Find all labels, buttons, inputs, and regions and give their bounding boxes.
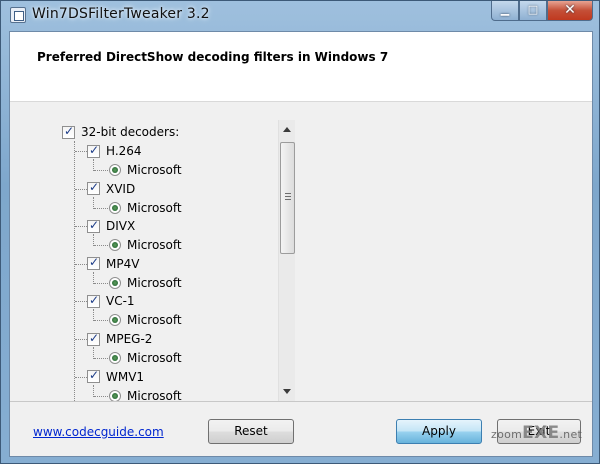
checkbox-icon[interactable] [87,331,100,346]
codec-row[interactable]: VC-1 [87,292,135,310]
app-window: Win7DSFilterTweaker 3.2 ▁ □ ✕ Preferred … [0,0,600,464]
checkbox-icon[interactable] [62,124,75,139]
codec-label: VC-1 [106,294,135,309]
codec-row[interactable]: XVID [87,180,135,198]
watermark: zoomEXE.net [491,423,582,443]
decoder-label: Microsoft [127,388,182,401]
scroll-up-arrow-icon[interactable] [283,127,291,132]
radio-icon[interactable] [109,314,121,327]
decoder-label: Microsoft [127,313,182,328]
tree-branch-line [94,207,108,209]
radio-icon[interactable] [109,352,121,364]
decoder-row[interactable]: Microsoft [109,311,182,329]
close-button[interactable]: ✕ [547,1,593,21]
tree-branch-line [94,170,108,171]
tree-branch-line [94,358,108,359]
radio-icon[interactable] [109,389,121,401]
radio-icon[interactable] [109,239,121,252]
title-bar[interactable]: Win7DSFilterTweaker 3.2 ▁ □ ✕ [1,1,599,29]
tree-scrollbar[interactable] [278,120,295,401]
scroll-down-arrow-icon[interactable] [283,389,291,394]
tree-branch-line [75,339,87,340]
tree-branch-line [75,376,87,378]
tree-branch-line [94,282,108,284]
thumb-grip-line [285,196,291,197]
checkbox-icon[interactable] [87,255,100,271]
tree-root-label: 32-bit decoders: [81,125,180,139]
watermark-suffix: .net [559,428,583,441]
codec-label: XVID [106,181,136,196]
codec-row[interactable]: DIVX [87,217,135,235]
decoder-tree[interactable]: 32-bit decoders: H.264 Microsoft XVID Micro… [10,120,298,401]
tree-branch-line [94,320,108,322]
decoder-label: Microsoft [127,238,182,253]
codec-row[interactable]: H.264 [87,142,142,160]
decoder-row[interactable]: Microsoft [109,274,182,292]
footer-divider [10,401,592,402]
radio-icon[interactable] [109,164,121,176]
tree-branch-line [94,245,108,247]
checkbox-icon[interactable] [87,180,100,196]
codec-row[interactable]: WMV1 [87,368,144,386]
caption-buttons: ▁ □ ✕ [491,1,593,21]
decoder-row[interactable]: Microsoft [109,387,182,401]
watermark-brand: EXE [522,423,560,443]
app-icon[interactable] [10,7,26,23]
decoder-row[interactable]: Microsoft [109,199,182,217]
decoder-row[interactable]: Microsoft [109,161,182,179]
decoder-row[interactable]: Microsoft [109,349,182,367]
page-title: Preferred DirectShow decoding filters in… [37,50,389,64]
scroll-thumb[interactable] [280,142,295,254]
tree-branch-line [75,151,87,152]
codec-label: H.264 [106,144,142,158]
decoder-label: Microsoft [127,200,182,215]
checkbox-icon[interactable] [87,218,100,233]
codec-label: MP4V [106,256,140,271]
codec-row[interactable]: MP4V [87,255,139,273]
radio-icon[interactable] [109,201,121,214]
decoder-label: Microsoft [127,275,182,290]
header-panel: Preferred DirectShow decoding filters in… [10,32,592,102]
reset-button[interactable]: Reset [208,419,294,444]
checkbox-icon[interactable] [87,143,100,158]
tree-branch-line [94,395,108,397]
codec-label: WMV1 [106,369,145,384]
tree-guide-line [74,141,75,401]
tree-root-row[interactable]: 32-bit decoders: [62,123,179,141]
thumb-grip-line [285,193,291,194]
apply-button[interactable]: Apply [396,419,482,444]
codec-label: DIVX [106,219,136,234]
decoder-label: Microsoft [127,351,182,365]
checkbox-icon[interactable] [87,368,100,384]
decoder-label: Microsoft [127,163,182,177]
thumb-grip-line [285,199,291,200]
window-title: Win7DSFilterTweaker 3.2 [32,6,210,22]
codec-label: MPEG-2 [106,332,153,346]
tree-branch-line [75,263,87,265]
website-link[interactable]: www.codecguide.com [33,425,164,439]
minimize-button[interactable]: ▁ [491,1,519,21]
client-area: Preferred DirectShow decoding filters in… [9,31,593,457]
decoder-row[interactable]: Microsoft [109,236,182,254]
codec-row[interactable]: MPEG-2 [87,330,152,348]
tree-branch-line [75,226,87,228]
radio-icon[interactable] [109,276,121,289]
tree-branch-line [75,188,87,190]
watermark-prefix: zoom [491,428,523,441]
checkbox-icon[interactable] [87,293,100,308]
maximize-button[interactable]: □ [519,1,547,21]
tree-branch-line [75,301,87,303]
